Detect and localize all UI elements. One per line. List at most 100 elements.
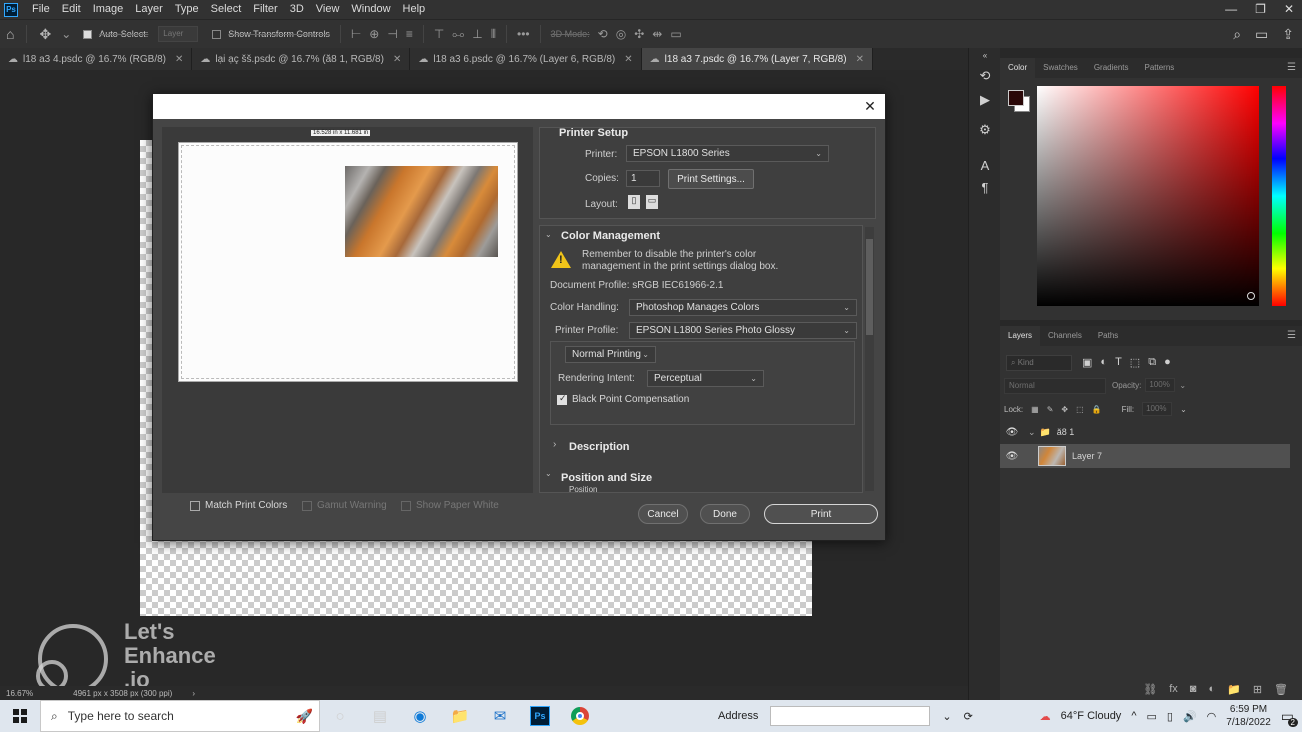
refresh-icon[interactable]: ⟳	[964, 710, 973, 723]
panel-menu-icon[interactable]: ☰	[1287, 330, 1296, 341]
menu-file[interactable]: File	[26, 0, 56, 19]
menu-select[interactable]: Select	[205, 0, 248, 19]
slide-3d-icon[interactable]: ⇹	[652, 27, 662, 41]
network-icon[interactable]: ▭	[1146, 710, 1156, 723]
menu-help[interactable]: Help	[397, 0, 432, 19]
file-explorer-icon[interactable]: 📁	[440, 700, 480, 732]
menu-filter[interactable]: Filter	[247, 0, 283, 19]
clock[interactable]: 6:59 PM 7/18/2022	[1226, 703, 1271, 729]
search-icon[interactable]: ⌕	[1233, 26, 1241, 43]
weather-text[interactable]: 64°F Cloudy	[1061, 710, 1122, 722]
preview-image[interactable]	[345, 166, 498, 257]
position-size-title[interactable]: Position and Size	[561, 472, 652, 484]
landscape-layout-icon[interactable]: ▭	[646, 195, 658, 209]
home-icon[interactable]: ⌂	[6, 26, 14, 42]
hue-slider[interactable]	[1272, 86, 1286, 306]
color-picker-cursor[interactable]	[1247, 292, 1255, 300]
menu-image[interactable]: Image	[87, 0, 130, 19]
align-right-icon[interactable]: ⊣	[387, 27, 397, 41]
start-button[interactable]	[0, 700, 40, 732]
more-options-icon[interactable]: •••	[517, 27, 530, 41]
close-tab-icon[interactable]: ✕	[393, 54, 401, 65]
lock-artboard-icon[interactable]: ⬚	[1076, 405, 1084, 414]
tab-swatches[interactable]: Swatches	[1035, 58, 1086, 78]
photoshop-taskbar-icon[interactable]: Ps	[520, 700, 560, 732]
roll-3d-icon[interactable]: ◎	[616, 27, 626, 41]
menu-window[interactable]: Window	[345, 0, 396, 19]
black-point-compensation-checkbox[interactable]: Black Point Compensation	[557, 393, 689, 405]
close-icon[interactable]: ✕	[861, 97, 879, 115]
layer-name[interactable]: Layer 7	[1072, 451, 1102, 461]
trash-icon[interactable]: 🗑	[1274, 683, 1288, 696]
done-button[interactable]: Done	[700, 504, 750, 524]
checkbox-box[interactable]	[190, 500, 200, 511]
filter-toggle-icon[interactable]: ●	[1164, 356, 1171, 369]
align-left-icon[interactable]: ⊢	[351, 27, 361, 41]
smart-object-filter-icon[interactable]: ⧉	[1148, 356, 1156, 369]
menu-view[interactable]: View	[310, 0, 346, 19]
foreground-color-swatch[interactable]	[1008, 90, 1024, 106]
wifi-icon[interactable]: ◠	[1207, 710, 1217, 723]
collapse-panels-icon[interactable]: «	[977, 48, 993, 64]
new-layer-icon[interactable]: ⊞	[1253, 683, 1262, 696]
adjustments-icon[interactable]: ⚙	[977, 122, 993, 138]
fx-icon[interactable]: fx	[1169, 683, 1178, 696]
doc-tab[interactable]: ☁ l18 a3 4.psdc @ 16.7% (RGB/8) ✕	[0, 48, 193, 70]
adjustment-layer-icon[interactable]: ◐	[1208, 683, 1215, 696]
chrome-icon[interactable]	[560, 700, 600, 732]
widgets-icon[interactable]: ▤	[360, 700, 400, 732]
doc-tab-active[interactable]: ☁ l18 a3 7.psdc @ 16.7% (Layer 7, RGB/8)…	[641, 48, 873, 70]
settings-scrollbar-thumb[interactable]	[866, 239, 873, 335]
layer-mask-icon[interactable]: ◙	[1190, 683, 1197, 696]
visibility-eye-icon[interactable]: 👁	[1000, 427, 1024, 438]
task-view-icon[interactable]: ○	[320, 700, 360, 732]
lock-pixels-icon[interactable]: ✎	[1047, 405, 1054, 414]
align-top-icon[interactable]: ⊤	[434, 27, 444, 41]
history-icon[interactable]: ⟲	[977, 68, 993, 84]
menu-3d[interactable]: 3D	[284, 0, 310, 19]
checkbox-box[interactable]	[557, 393, 567, 405]
align-middle-icon[interactable]: ⧟	[452, 27, 464, 42]
chevron-down-icon[interactable]: ⌄	[942, 710, 951, 723]
chevron-down-icon[interactable]: ⌄	[1180, 405, 1187, 414]
drag-3d-icon[interactable]: ✣	[634, 27, 644, 41]
menu-edit[interactable]: Edit	[56, 0, 87, 19]
search-highlight-icon[interactable]: 🚀	[296, 708, 313, 725]
zoom-level[interactable]: 16.67%	[6, 689, 33, 698]
close-icon[interactable]: ✕	[1284, 0, 1294, 19]
fill-input[interactable]: 100%	[1142, 402, 1173, 416]
layer-row[interactable]: 👁 Layer 7	[1000, 444, 1290, 468]
panel-menu-icon[interactable]: ☰	[1287, 62, 1296, 73]
tab-layers[interactable]: Layers	[1000, 326, 1041, 346]
chevron-up-icon[interactable]: ^	[1131, 710, 1136, 722]
taskbar-search[interactable]: ⌕ Type here to search 🚀	[40, 700, 320, 732]
blend-mode-select[interactable]: Normal	[1004, 378, 1106, 394]
close-tab-icon[interactable]: ✕	[175, 54, 183, 65]
cancel-button[interactable]: Cancel	[638, 504, 688, 524]
visibility-eye-icon[interactable]: 👁	[1000, 451, 1024, 462]
doc-tab[interactable]: ☁ lại ạç šš.psdc @ 16.7% (ă8 1, RGB/8) ✕	[192, 48, 411, 70]
printing-mode-select[interactable]: Normal Printing ⌄	[565, 346, 656, 363]
orbit-3d-icon[interactable]: ⟲	[598, 27, 608, 41]
close-tab-icon[interactable]: ✕	[856, 54, 864, 65]
tab-channels[interactable]: Channels	[1040, 326, 1090, 346]
tab-paths[interactable]: Paths	[1090, 326, 1126, 346]
link-layers-icon[interactable]: ⛓	[1143, 683, 1157, 696]
match-print-colors-checkbox[interactable]: Match Print Colors	[190, 500, 287, 511]
address-input[interactable]	[770, 706, 931, 726]
opacity-input[interactable]: 100%	[1145, 378, 1176, 392]
chevron-right-icon[interactable]: ›	[192, 689, 195, 698]
volume-icon[interactable]: 🔊	[1183, 710, 1197, 723]
preview-paper[interactable]	[178, 142, 518, 382]
chevron-down-icon[interactable]: ⌄	[545, 230, 552, 239]
menu-type[interactable]: Type	[169, 0, 205, 19]
auto-select-checkbox[interactable]	[83, 29, 93, 39]
transform-controls-checkbox[interactable]	[212, 29, 222, 39]
align-bottom-icon[interactable]: ⊥	[472, 27, 482, 41]
tab-gradients[interactable]: Gradients	[1086, 58, 1137, 78]
align-center-icon[interactable]: ⊕	[369, 27, 379, 41]
portrait-layout-icon[interactable]: ▯	[628, 195, 640, 209]
type-filter-icon[interactable]: T	[1115, 356, 1122, 369]
distribute-icon[interactable]: ≡	[406, 27, 413, 41]
weather-icon[interactable]: ☁	[1040, 710, 1051, 723]
